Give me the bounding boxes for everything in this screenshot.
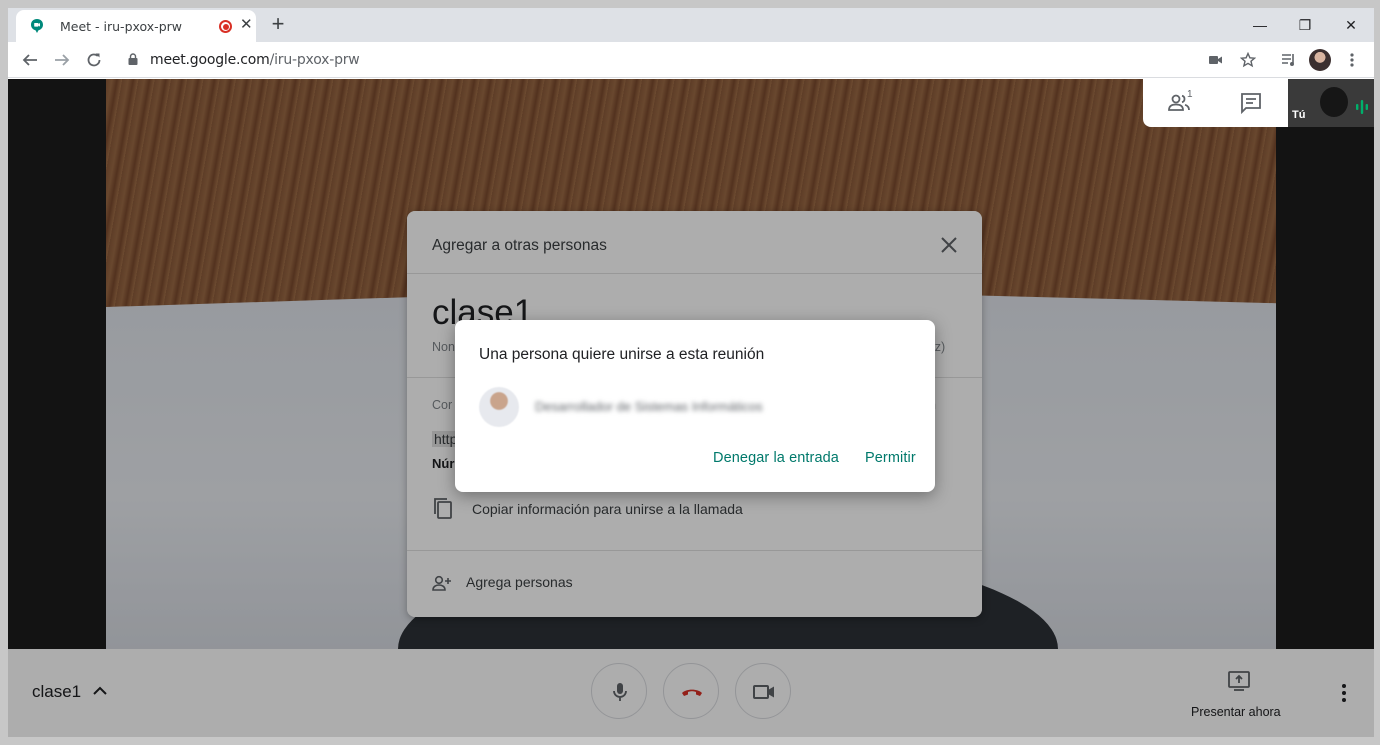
browser-window: Meet - iru-pxox-prw ✕ + — ❐ ✕ meet.googl…	[8, 8, 1374, 737]
audio-level-icon	[1356, 100, 1368, 114]
arrow-right-icon	[55, 54, 70, 66]
bookmark-star-icon[interactable]	[1236, 48, 1260, 72]
bottom-bar-scrim	[8, 649, 1374, 737]
tab-close-button[interactable]: ✕	[240, 17, 253, 33]
browser-toolbar: meet.google.com/iru-pxox-prw	[8, 42, 1374, 78]
chat-icon[interactable]	[1239, 91, 1263, 115]
lock-icon	[128, 53, 138, 65]
participants-count: 1	[1187, 89, 1193, 100]
arrow-left-icon	[22, 54, 37, 66]
requester-avatar	[479, 387, 519, 427]
url-path: /iru-pxox-prw	[269, 52, 360, 68]
browser-menu-icon[interactable]	[1340, 48, 1364, 72]
bottom-call-bar: clase1 Presentar ahora	[8, 649, 1374, 737]
top-right-panel: 1	[1143, 79, 1288, 127]
maximize-button[interactable]: ❐	[1290, 13, 1320, 37]
self-view-label: Tú	[1292, 109, 1306, 121]
requester-name: Desarrollador de Sistemas Informáticos	[535, 399, 763, 414]
reload-icon	[87, 53, 101, 67]
self-view-person	[1320, 87, 1348, 117]
back-button[interactable]	[17, 47, 43, 73]
media-control-icon[interactable]	[1277, 48, 1301, 72]
minimize-button[interactable]: —	[1245, 13, 1275, 37]
address-bar[interactable]: meet.google.com/iru-pxox-prw	[116, 46, 1260, 74]
reload-button[interactable]	[81, 47, 107, 73]
camera-in-use-icon[interactable]	[1204, 48, 1228, 72]
tab-meet[interactable]: Meet - iru-pxox-prw ✕	[16, 10, 256, 42]
deny-entry-button[interactable]: Denegar la entrada	[713, 450, 839, 466]
meet-favicon-icon	[31, 19, 43, 33]
forward-button[interactable]	[49, 47, 75, 73]
dialog-title: Una persona quiere unirse a esta reunión	[479, 346, 765, 363]
tab-strip: Meet - iru-pxox-prw ✕ + — ❐ ✕	[8, 8, 1374, 42]
profile-avatar[interactable]	[1309, 49, 1331, 71]
url-host: meet.google.com	[150, 52, 270, 68]
recording-indicator-icon	[219, 20, 232, 33]
tab-title: Meet - iru-pxox-prw	[60, 19, 182, 34]
join-request-dialog: Una persona quiere unirse a esta reunión…	[455, 320, 935, 492]
url-text: meet.google.com/iru-pxox-prw	[150, 52, 360, 68]
allow-entry-button[interactable]: Permitir	[865, 450, 916, 466]
new-tab-button[interactable]: +	[266, 12, 290, 36]
meet-call-area: 1 Tú Agregar a otras personas clase1 Non…	[8, 79, 1374, 737]
participants-button[interactable]: 1	[1143, 79, 1215, 127]
window-close-button[interactable]: ✕	[1336, 13, 1366, 37]
self-view-tile[interactable]: Tú	[1288, 79, 1374, 127]
